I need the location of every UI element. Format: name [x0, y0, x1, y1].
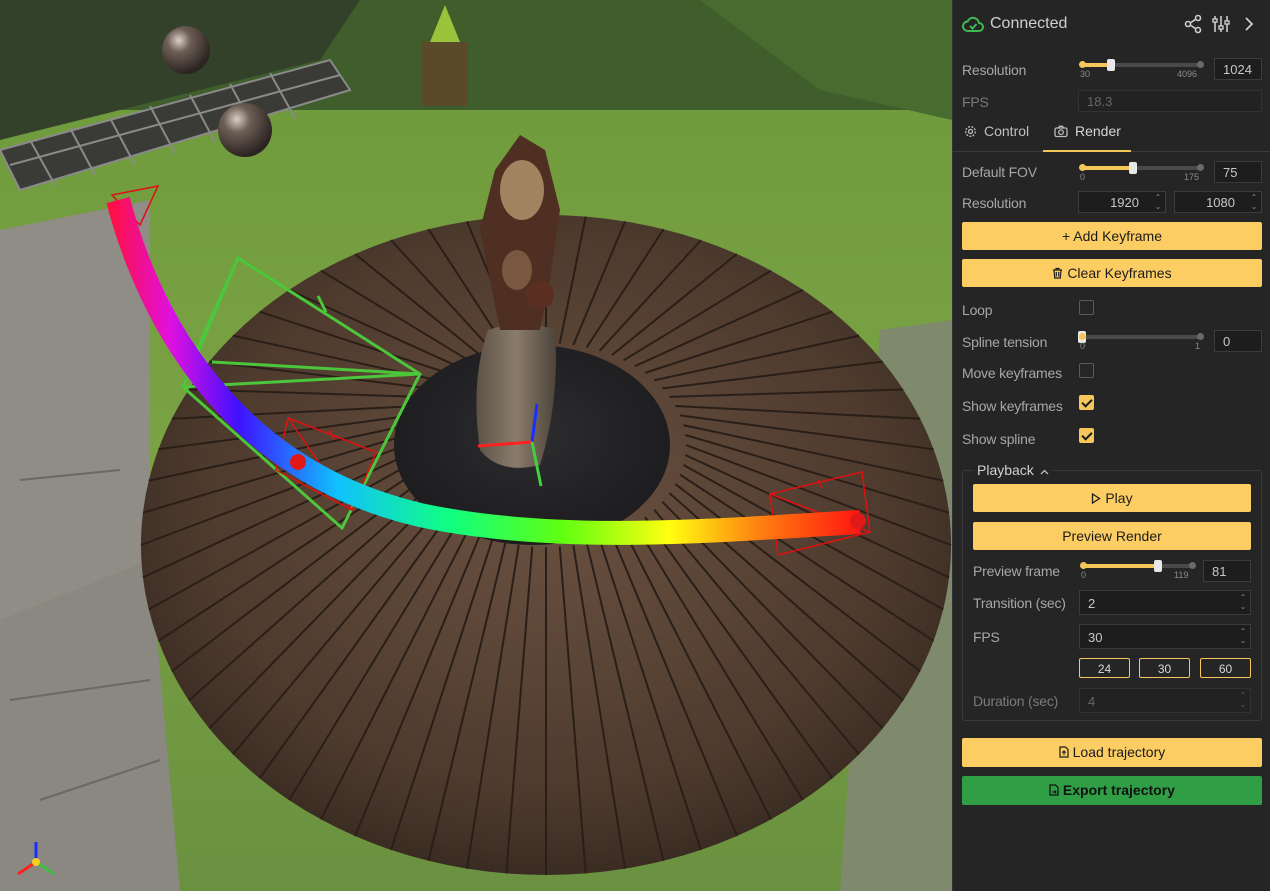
- camera-icon: [1054, 125, 1068, 138]
- playback-fps-input[interactable]: 30 ⌃ ⌄: [1079, 624, 1251, 649]
- plant-pot: [422, 42, 468, 106]
- keyframe-marker[interactable]: [290, 454, 306, 470]
- fps-preset-60[interactable]: 60: [1200, 658, 1251, 678]
- sliders-icon[interactable]: [1211, 14, 1231, 34]
- tab-bar: Control Render: [953, 116, 1270, 152]
- fps-stepper[interactable]: ⌃ ⌄: [1238, 627, 1248, 645]
- resolution-slider[interactable]: [1079, 59, 1204, 71]
- connection-status: Connected: [990, 15, 1068, 32]
- transition-input[interactable]: 2 ⌃ ⌄: [1079, 590, 1251, 615]
- tension-label: Spline tension: [962, 334, 1048, 350]
- show-keyframes-checkbox[interactable]: [1079, 395, 1094, 410]
- fov-input[interactable]: 75: [1214, 161, 1262, 183]
- preview-frame-slider[interactable]: [1080, 560, 1196, 572]
- render-resolution-label: Resolution: [962, 195, 1027, 211]
- playback-title: Playback: [977, 462, 1034, 478]
- resolution-input[interactable]: 1024: [1214, 58, 1262, 80]
- keyframe-marker[interactable]: [850, 513, 866, 529]
- move-keyframes-checkbox[interactable]: [1079, 363, 1094, 378]
- duration-label: Duration (sec): [973, 693, 1059, 709]
- fps-readout: 18.3: [1078, 90, 1262, 112]
- loop-checkbox[interactable]: [1079, 300, 1094, 315]
- tension-slider[interactable]: [1078, 331, 1204, 343]
- show-spline-checkbox[interactable]: [1079, 428, 1094, 443]
- fov-min: 0: [1080, 172, 1086, 182]
- load-trajectory-button[interactable]: Load trajectory: [962, 738, 1262, 767]
- tension-min: 0: [1080, 341, 1086, 351]
- move-keyframes-label: Move keyframes: [962, 365, 1062, 381]
- width-stepper[interactable]: ⌃ ⌄: [1153, 193, 1163, 211]
- render-width-input[interactable]: 1920 ⌃ ⌄: [1078, 191, 1166, 213]
- panel-header: Connected: [953, 0, 1270, 48]
- add-keyframe-button[interactable]: + Add Keyframe: [962, 222, 1262, 250]
- scene-viewport[interactable]: [0, 0, 952, 891]
- tab-render-label: Render: [1075, 123, 1121, 139]
- wooden-table: [140, 215, 952, 875]
- play-icon: [1092, 492, 1102, 505]
- garden-ball: [162, 26, 210, 74]
- playback-toggle[interactable]: Playback: [973, 462, 1053, 478]
- resolution-max: 4096: [1177, 69, 1198, 79]
- file-export-icon: [1049, 784, 1059, 796]
- preview-min: 0: [1081, 570, 1087, 580]
- playback-group: Playback Play Preview Render Preview fra…: [962, 462, 1262, 721]
- share-icon[interactable]: [1183, 14, 1203, 34]
- preview-max: 119: [1174, 570, 1189, 580]
- fps-preset-30[interactable]: 30: [1139, 658, 1190, 678]
- playback-fps-label: FPS: [973, 629, 1000, 645]
- fov-label: Default FOV: [962, 164, 1037, 180]
- tab-control-label: Control: [984, 123, 1030, 139]
- show-spline-label: Show spline: [962, 431, 1036, 447]
- chevron-right-icon[interactable]: [1239, 14, 1259, 34]
- preview-frame-label: Preview frame: [973, 563, 1060, 579]
- fps-label: FPS: [962, 94, 989, 110]
- play-button[interactable]: Play: [973, 484, 1251, 512]
- plus-icon: +: [1061, 228, 1074, 244]
- resolution-min: 30: [1080, 69, 1091, 79]
- transition-label: Transition (sec): [973, 595, 1066, 611]
- fov-max: 175: [1184, 172, 1200, 182]
- garden-ball: [218, 103, 272, 157]
- gear-icon: [965, 126, 976, 137]
- preview-render-button[interactable]: Preview Render: [973, 522, 1251, 550]
- scene-canvas[interactable]: [0, 0, 952, 891]
- export-trajectory-button[interactable]: Export trajectory: [962, 776, 1262, 805]
- fov-slider[interactable]: [1079, 162, 1204, 174]
- render-height-input[interactable]: 1080 ⌃ ⌄: [1174, 191, 1262, 213]
- show-keyframes-label: Show keyframes: [962, 398, 1063, 414]
- fps-preset-24[interactable]: 24: [1079, 658, 1130, 678]
- transition-stepper[interactable]: ⌃ ⌄: [1238, 593, 1248, 611]
- duration-readout: 4 ⌃ ⌄: [1079, 688, 1251, 713]
- tab-render[interactable]: Render: [1043, 116, 1131, 152]
- loop-label: Loop: [962, 302, 993, 318]
- height-stepper[interactable]: ⌃ ⌄: [1249, 193, 1259, 211]
- file-upload-icon: [1059, 746, 1069, 758]
- trash-icon: [1053, 267, 1063, 279]
- clear-keyframes-button[interactable]: Clear Keyframes: [962, 259, 1262, 287]
- preview-frame-input[interactable]: 81: [1203, 560, 1251, 582]
- resolution-label: Resolution: [962, 62, 1027, 78]
- chevron-up-icon: [1040, 469, 1049, 475]
- control-panel: Connected Resolution 30 4096 1024 FPS 18…: [952, 0, 1270, 891]
- cloud-check-icon: [962, 16, 984, 32]
- tension-max: 1: [1195, 341, 1201, 351]
- tension-input[interactable]: 0: [1214, 330, 1262, 352]
